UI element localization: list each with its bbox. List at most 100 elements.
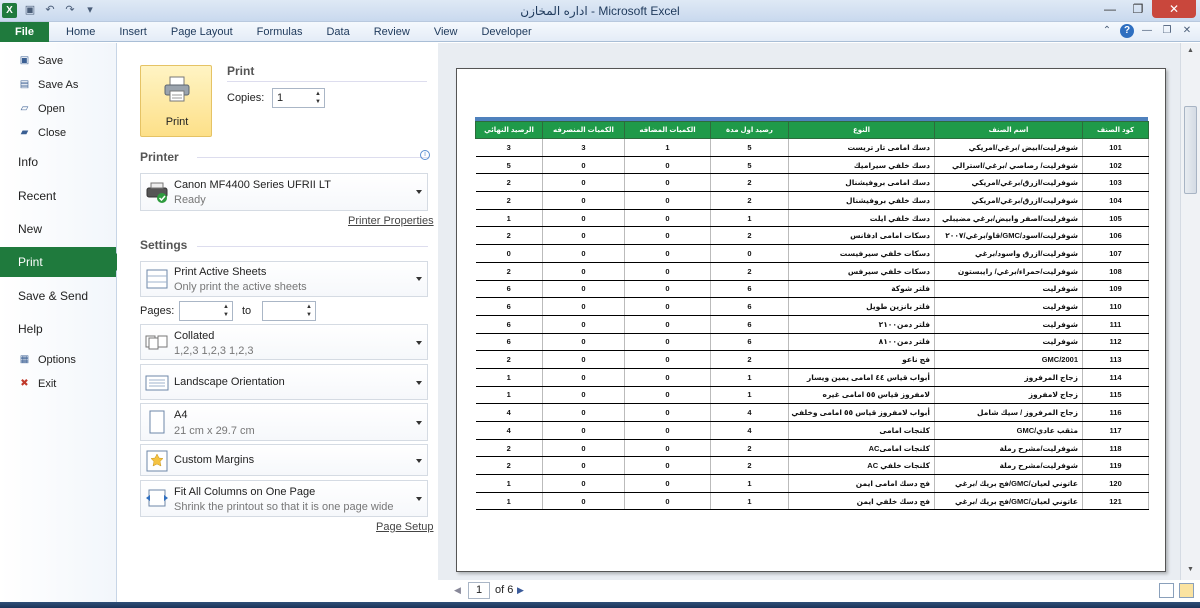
table-cell: 114 — [1082, 368, 1149, 387]
tab-home[interactable]: Home — [54, 22, 107, 42]
tab-insert[interactable]: Insert — [107, 22, 159, 42]
pages-from-spin-icon[interactable]: ▲ ▼ — [221, 303, 231, 319]
backstage-save-as[interactable]: ▤ Save As — [0, 75, 116, 95]
table-cell: 6 — [710, 297, 789, 316]
ribbon-right-icons: ⌃ ? — ❐ ✕ — [1100, 24, 1194, 38]
table-cell: 103 — [1082, 173, 1149, 193]
preview-scrollbar[interactable]: ▲ ▼ — [1180, 43, 1200, 580]
backstage-options[interactable]: ▦ Options — [0, 350, 116, 370]
table-cell: 0 — [624, 262, 711, 281]
scaling-select[interactable]: Fit All Columns on One Page Shrink the p… — [140, 480, 428, 517]
backstage-print[interactable]: Print — [0, 247, 125, 277]
table-cell: 2 — [710, 456, 789, 476]
table-row: 104 شوفرليت/ازرق/برغي/امريكي دسك خلفي بروف… — [475, 191, 1149, 210]
table-cell: 0 — [542, 333, 625, 352]
paper-size-select[interactable]: A4 21 cm x 29.7 cm — [140, 403, 428, 441]
table-cell: شوفرليت — [934, 280, 1083, 299]
table-row: 108 شوفرليت/حمراء/برغي/ رايبستون دسكات خلف… — [475, 262, 1149, 281]
restore-icon[interactable]: ❐ — [1124, 0, 1152, 18]
table-row: 111 شوفرليت فلتر دمن٢١٠٠ 6 0 0 6 — [475, 315, 1149, 334]
copies-value: 1 — [277, 92, 284, 104]
table-cell: كلنجات امامى — [788, 421, 935, 440]
table-cell: 0 — [542, 368, 625, 387]
table-cell: 108 — [1082, 262, 1149, 281]
table-cell: 4 — [710, 421, 789, 440]
scroll-up-icon[interactable]: ▲ — [1185, 47, 1196, 57]
table-cell: شوفرليت/ازرق/برغي/امريكي — [934, 173, 1083, 193]
table-row: 105 شوفرليت/اصفر وابيض/برغي مضيبلي دسك خلف… — [475, 209, 1149, 228]
preview-page: كود الصنف اسم الصنف النوع رصيد اول مدة الكمي… — [456, 68, 1166, 572]
fit-columns-icon — [146, 489, 168, 507]
tab-review[interactable]: Review — [362, 22, 422, 42]
backstage-save[interactable]: ▣ Save — [0, 51, 116, 71]
printer-properties-link[interactable]: Printer Properties — [348, 215, 434, 227]
table-cell: فج دسك خلفي ايمن — [788, 492, 935, 511]
settings-divider — [197, 246, 428, 247]
close-window-icon[interactable]: ✕ — [1152, 0, 1196, 18]
orientation-select[interactable]: Landscape Orientation — [140, 364, 428, 400]
current-page-input[interactable]: 1 — [468, 582, 490, 599]
table-cell: لامفروز قياس ٥٥ امامى غيره — [788, 386, 935, 405]
ribbon-minimize-icon[interactable]: ⌃ — [1100, 24, 1114, 38]
info-icon[interactable]: i — [420, 150, 430, 160]
pages-to-input[interactable]: ▲ ▼ — [262, 301, 316, 321]
margins-select[interactable]: Custom Margins — [140, 444, 428, 476]
zoom-to-page-icon[interactable] — [1179, 583, 1194, 598]
print-what-select[interactable]: Print Active Sheets Only print the activ… — [140, 261, 428, 297]
print-preview-area: كود الصنف اسم الصنف النوع رصيد اول مدة الكمي… — [438, 43, 1180, 580]
pages-from-input[interactable]: ▲ ▼ — [179, 301, 233, 321]
tab-developer[interactable]: Developer — [469, 22, 543, 42]
table-cell: دسكات امامى ادفانس — [788, 226, 935, 246]
table-cell: 0 — [542, 492, 625, 511]
next-page-icon[interactable]: ▶ — [517, 585, 524, 596]
print-button[interactable]: Print — [140, 65, 212, 137]
tab-page-layout[interactable]: Page Layout — [159, 22, 245, 42]
backstage-close[interactable]: ▰ Close — [0, 123, 116, 143]
collation-select[interactable]: Collated 1,2,3 1,2,3 1,2,3 — [140, 324, 428, 360]
pages-to-spin-icon[interactable]: ▲ ▼ — [304, 303, 314, 319]
backstage-recent[interactable]: Recent — [0, 181, 116, 211]
backstage-info[interactable]: Info — [0, 147, 116, 177]
close-folder-icon: ▰ — [20, 127, 29, 138]
previous-page-icon[interactable]: ◀ — [454, 585, 461, 596]
table-cell: عاتوني لعيان/GMC/فج بريك /برغي — [934, 474, 1083, 493]
show-margins-icon[interactable] — [1159, 583, 1174, 598]
scroll-down-icon[interactable]: ▼ — [1185, 566, 1196, 576]
page-setup-link[interactable]: Page Setup — [376, 521, 434, 533]
copies-spin-icon[interactable]: ▲ ▼ — [313, 90, 323, 106]
workbook-restore-icon[interactable]: ❐ — [1160, 24, 1174, 38]
table-cell: 1 — [710, 368, 789, 387]
pages-to-label: to — [242, 305, 252, 317]
table-cell: 0 — [624, 421, 711, 440]
tab-data[interactable]: Data — [314, 22, 361, 42]
table-cell: دسك خلفي سيراميك — [788, 156, 935, 175]
copies-stepper[interactable]: 1 ▲ ▼ — [272, 88, 325, 108]
table-cell: شوفرليت/مشرح رملة — [934, 456, 1083, 476]
backstage-item-label: Exit — [38, 378, 57, 390]
workbook-minimize-icon[interactable]: — — [1140, 24, 1154, 38]
backstage-item-label: Close — [38, 127, 67, 139]
tab-file[interactable]: File — [0, 22, 49, 42]
pages-label: Pages: — [140, 305, 175, 317]
open-folder-icon: ▱ — [20, 103, 29, 114]
excel-window: X ▣ ↶ ↷ ▾ اداره المخازن - Microsoft Exce… — [0, 0, 1200, 608]
backstage-new[interactable]: New — [0, 214, 116, 244]
backstage-exit[interactable]: ✖ Exit — [0, 374, 116, 394]
table-cell: 4 — [710, 403, 789, 422]
backstage-open[interactable]: ▱ Open — [0, 99, 116, 119]
workbook-close-icon[interactable]: ✕ — [1180, 24, 1194, 38]
help-icon[interactable]: ? — [1120, 24, 1134, 38]
table-cell: 3 — [542, 138, 625, 157]
tab-view[interactable]: View — [422, 22, 470, 42]
column-header: الكميات المنصرفه — [542, 121, 625, 139]
minimize-icon[interactable]: — — [1096, 0, 1124, 18]
tab-formulas[interactable]: Formulas — [245, 22, 315, 42]
backstage-save-send[interactable]: Save & Send — [0, 281, 116, 311]
chevron-down-icon — [416, 341, 422, 345]
backstage-help[interactable]: Help — [0, 314, 116, 344]
scroll-thumb[interactable] — [1184, 106, 1197, 194]
printer-select[interactable]: Canon MF4400 Series UFRII LT Ready — [140, 173, 428, 211]
table-cell: 2 — [475, 262, 543, 281]
table-cell: شوفرليت/مشرح رملة — [934, 439, 1083, 458]
backstage-item-label: Save As — [38, 79, 79, 91]
